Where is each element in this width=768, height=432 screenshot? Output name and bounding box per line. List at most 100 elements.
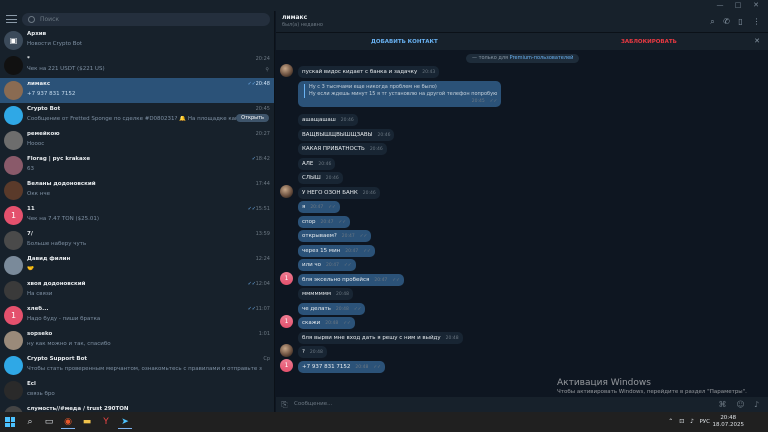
archive-preview: Новости Crypto Bot — [27, 41, 83, 47]
minimize-button[interactable]: — — [712, 0, 728, 11]
chat-time: 17:44 — [255, 181, 270, 187]
chat-preview: Больше наберу чуть — [27, 241, 87, 247]
outgoing-message[interactable]: че делать 20:48 ✓✓ — [298, 302, 366, 315]
chat-list-item[interactable]: слумость//#меда / trust 290TON — [0, 403, 274, 412]
chat-list-item[interactable]: хвоя додоновский На связи 12:04 ✓✓ — [0, 278, 274, 303]
sender-avatar[interactable] — [280, 64, 293, 77]
read-checkmark-icon: ✓✓ — [247, 81, 256, 87]
close-icon[interactable]: ✕ — [754, 37, 760, 45]
incoming-message[interactable]: бля вырви мне вход дать я решу с ним и в… — [298, 331, 463, 344]
avatar — [4, 281, 23, 300]
sidebar-toggle-icon[interactable]: ▯ — [735, 16, 746, 27]
outgoing-message[interactable]: или чо 20:47 ✓✓ — [298, 259, 356, 271]
commands-icon[interactable]: ⌘ — [717, 399, 728, 410]
sender-avatar[interactable]: 1 — [280, 271, 293, 285]
task-view-icon[interactable]: ▭ — [42, 415, 56, 429]
chat-list-item[interactable]: ремейкою Нооос 20:27 — [0, 128, 274, 153]
chat-list-item[interactable]: * Чек на 221 USDT ($221 US) 20:24 ⚲ — [0, 53, 274, 78]
more-options-icon[interactable]: ⋮ — [751, 16, 762, 27]
chat-list-item[interactable]: 1 хлеб... Надо буду - пиши братка 11:07 ✓✓ — [0, 303, 274, 328]
avatar — [4, 56, 23, 75]
message-composer: ⎘ Сообщение... ⌘ ☺ ♪ — [276, 397, 768, 412]
incoming-message[interactable]: КАКАЯ ПРИВАТНОСТЬ 20:46 — [298, 143, 387, 155]
search-input[interactable]: Поиск — [22, 13, 270, 26]
chat-title[interactable]: лимакс — [282, 14, 307, 21]
chat-name: Давид филин — [27, 256, 71, 262]
telegram-icon[interactable]: ➤ — [118, 415, 132, 429]
message-time: 20:48 — [335, 306, 349, 312]
microphone-icon[interactable]: ♪ — [751, 399, 762, 410]
incoming-message[interactable]: ? 20:48 — [298, 346, 327, 358]
keyboard-language[interactable]: РУС — [699, 419, 710, 425]
attach-icon[interactable]: ⎘ — [279, 399, 290, 410]
avatar — [4, 156, 23, 175]
activation-title: Активация Windows — [557, 378, 651, 388]
chat-time: 1:01 — [258, 331, 270, 337]
chat-preview: 63 — [27, 166, 34, 172]
incoming-message[interactable]: СЛЫШ 20:46 — [298, 172, 343, 184]
chat-list-item[interactable]: 1 11 Чек на 7.47 TON ($25.01) 15:51 ✓✓ — [0, 203, 274, 228]
add-contact-button[interactable]: ДОБАВИТЬ КОНТАКТ — [371, 39, 438, 45]
incoming-message[interactable]: ВАЩВЫШЩВЫШЩЗАВЫ 20:46 — [298, 128, 395, 141]
chat-list-item[interactable]: Florag | рус krakaxe 63 18:42 ✓ — [0, 153, 274, 178]
outgoing-message[interactable]: я 20:47 ✓✓ — [298, 201, 340, 213]
phone-icon[interactable]: ✆ — [721, 16, 732, 27]
open-bot-button[interactable]: Открыть — [236, 114, 269, 122]
avatar — [4, 331, 23, 350]
incoming-message[interactable]: У НЕГО ОЗОН БАНК 20:46 — [298, 186, 380, 199]
archive-folder[interactable]: ▣ Архив Новости Crypto Bot — [0, 28, 274, 53]
avatar — [4, 106, 23, 125]
chat-list-item[interactable]: Веланы додоновский Окк нче 17:44 — [0, 178, 274, 203]
incoming-message[interactable]: ммммммм 20:48 — [298, 288, 354, 300]
incoming-message[interactable]: пускай видос кидает с банка и задачку 20:… — [298, 66, 440, 78]
chat-list-item[interactable]: Ecl связь бро — [0, 378, 274, 403]
sender-avatar[interactable] — [280, 184, 293, 198]
chat-list-item[interactable]: 7/Больше наберу чуть 13:59 — [0, 228, 274, 253]
outgoing-message[interactable]: через 15 мин 20:47 ✓✓ — [298, 244, 375, 257]
outgoing-message[interactable]: открываем? 20:47 ✓✓ — [298, 230, 372, 242]
emoji-icon[interactable]: ☺ — [735, 399, 746, 410]
incoming-message[interactable]: ашащашаш 20:46 — [298, 114, 358, 126]
sidebar-header: Поиск — [0, 11, 274, 28]
outgoing-message[interactable]: спор 20:47 ✓✓ — [298, 215, 350, 228]
search-icon[interactable]: ⌕ — [23, 415, 37, 429]
tray-icons[interactable]: ⌃ ⊡ ♪ — [668, 418, 696, 425]
outgoing-message[interactable]: скажи 20:48 ✓✓ — [298, 317, 355, 329]
chat-name: Crypto Bot — [27, 106, 61, 112]
outgoing-message[interactable]: +7 937 831 7152 20:48 ✓✓ — [298, 360, 385, 373]
chat-list-item[interactable]: Давид филин 🤝 12:24 — [0, 253, 274, 278]
message-text: ашащашаш — [302, 117, 336, 123]
avatar — [4, 181, 23, 200]
block-button[interactable]: ЗАБЛОКИРОВАТЬ — [621, 39, 677, 45]
search-icon[interactable]: ⌕ — [707, 16, 718, 27]
sender-avatar[interactable]: 1 — [280, 315, 293, 328]
clock[interactable]: 20:48 18.07.2025 — [713, 415, 745, 429]
read-checkmark-icon: ✓✓ — [247, 281, 256, 287]
message-input[interactable]: Сообщение... — [294, 401, 332, 407]
read-checkmark-icon: ✓✓ — [344, 263, 352, 268]
close-window-button[interactable]: ✕ — [748, 0, 764, 11]
maximize-button[interactable]: □ — [730, 0, 746, 11]
chat-list-item[interactable]: Crypto Support Bot Чтобы стать проверенны… — [0, 353, 274, 378]
chat-time: Ср — [263, 356, 270, 362]
chat-list-item[interactable]: Crypto Bot Сообщение от Fretted Sponge по… — [0, 103, 274, 128]
start-button[interactable] — [5, 417, 15, 427]
premium-link[interactable]: Premium-пользователей — [510, 55, 574, 61]
chat-list-item[interactable]: sopseko ну как можно и так, спасибо 1:01 — [0, 328, 274, 353]
hamburger-menu-icon[interactable] — [6, 15, 17, 24]
chat-list-item[interactable]: лимакс +7 937 831 7152 20:48 ✓✓ — [0, 78, 274, 103]
incoming-message[interactable]: АЛЕ 20:46 — [298, 157, 336, 170]
message-time: 20:43 — [422, 70, 436, 75]
message-text: СЛЫШ — [302, 175, 321, 181]
sender-avatar[interactable]: 1 — [280, 358, 293, 372]
message-time: 20:47 — [320, 219, 334, 225]
outgoing-message[interactable]: бля эксельно пробейся 20:47 ✓✓ — [298, 273, 404, 286]
file-explorer-icon[interactable]: ▬ — [80, 415, 94, 429]
chat-name: 7/ — [27, 231, 33, 237]
sender-avatar[interactable] — [280, 344, 293, 357]
activation-subtitle: Чтобы активировать Windows, перейдите в … — [557, 389, 747, 395]
chat-name: Crypto Support Bot — [27, 356, 87, 362]
app-icon[interactable]: ◉ — [61, 415, 75, 429]
outgoing-message[interactable]: Ну с 3 тысячами еще никогда проблем не б… — [298, 80, 502, 107]
yandex-browser-icon[interactable]: Y — [99, 415, 113, 429]
